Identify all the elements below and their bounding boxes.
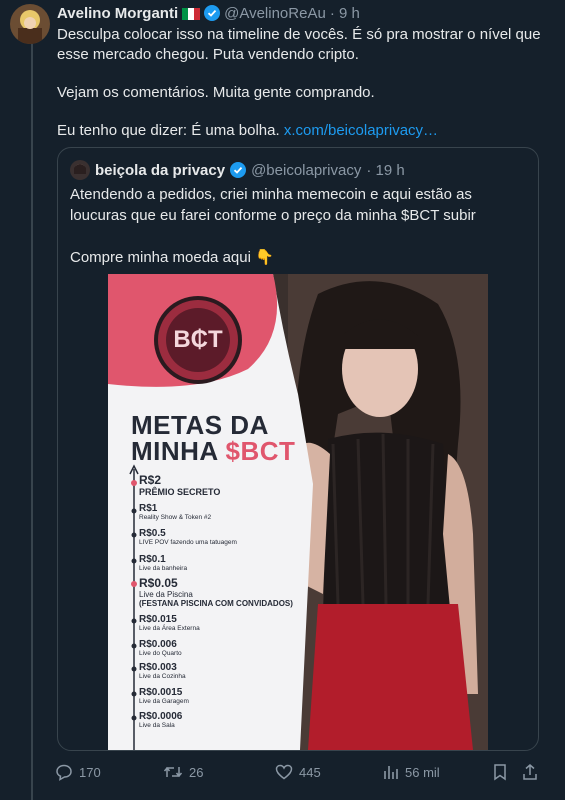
coin-logo-text: B₵T — [173, 326, 223, 353]
goal-item: R$1 Reality Show & Token #2 — [139, 503, 212, 521]
heart-icon — [275, 763, 293, 781]
author-handle[interactable]: @AvelinoReAu — [224, 5, 326, 22]
quote-author-avatar[interactable] — [70, 160, 90, 180]
goal-item: R$0.0006 Live da Sala — [139, 711, 183, 729]
goal-item: R$2 PRÊMIO SECRETO — [139, 473, 221, 498]
bookmark-icon — [492, 763, 508, 781]
image-title-line1: METAS DA — [131, 410, 269, 440]
goal-item: R$0.003 Live da Cozinha — [139, 662, 186, 680]
quote-header: beiçola da privacy @beicolaprivacy · 19 … — [70, 160, 405, 180]
tweet-paragraph: Vejam os comentários. Muita gente compra… — [57, 84, 375, 101]
goal-item: R$0.5 LIVE POV fazendo uma tatuagem — [139, 528, 237, 546]
tweet-last-line: Eu tenho que dizer: É uma bolha. — [57, 122, 280, 139]
reply-button[interactable]: 170 — [55, 762, 101, 782]
tweet-time[interactable]: · 9 h — [330, 5, 360, 22]
reply-icon — [55, 763, 73, 781]
tweet-paragraph: Desculpa colocar isso na timeline de voc… — [57, 26, 541, 63]
reply-count: 170 — [79, 764, 101, 780]
like-button[interactable]: 445 — [275, 762, 321, 782]
goal-item: R$0.0015 Live da Garagem — [139, 687, 189, 705]
quote-author-name[interactable]: beiçola da privacy — [95, 162, 225, 179]
goal-item: R$0.05 Live da Piscina (FESTANA PISCINA … — [139, 576, 293, 609]
tweet-actions: 170 26 445 56 mil — [55, 762, 545, 782]
tweet-paragraph: Eu tenho que dizer: É uma bolha. x.com/b… — [57, 121, 552, 141]
like-count: 445 — [299, 764, 321, 780]
quote-text: Atendendo a pedidos, criei minha memecoi… — [70, 184, 525, 268]
share-icon — [521, 763, 539, 781]
image-title: METAS DA MINHA $BCT — [131, 412, 295, 464]
quote-time[interactable]: · 19 h — [366, 162, 404, 179]
quote-paragraph: Compre minha moeda aqui 👇 — [70, 249, 274, 266]
verified-badge-icon — [204, 5, 221, 21]
thread-line — [31, 44, 33, 800]
quote-author-handle[interactable]: @beicolaprivacy — [251, 162, 361, 179]
views-count: 56 mil — [405, 764, 440, 780]
quoted-tweet[interactable]: beiçola da privacy @beicolaprivacy · 19 … — [57, 147, 539, 751]
author-avatar[interactable] — [10, 4, 50, 44]
author-name[interactable]: Avelino Morganti — [57, 5, 178, 22]
tweet-link[interactable]: x.com/beicolaprivacy… — [284, 122, 438, 139]
views-button[interactable]: 56 mil — [383, 762, 440, 782]
retweet-button[interactable]: 26 — [163, 762, 203, 782]
goal-item: R$0.006 Live do Quarto — [139, 639, 182, 657]
share-button[interactable] — [521, 762, 539, 782]
italy-flag-icon — [182, 7, 201, 20]
image-title-line2: MINHA $BCT — [131, 436, 296, 466]
tweet-header: Avelino Morganti @AvelinoReAu · 9 h — [57, 4, 360, 22]
verified-badge-icon — [230, 162, 247, 178]
goal-item: R$0.1 Live da banheira — [139, 554, 188, 572]
retweet-icon — [163, 763, 183, 781]
quote-paragraph: Atendendo a pedidos, criei minha memecoi… — [70, 186, 476, 224]
views-chart-icon — [383, 763, 399, 781]
retweet-count: 26 — [189, 764, 204, 780]
tweet[interactable]: Avelino Morganti @AvelinoReAu · 9 h Desc… — [0, 0, 565, 800]
tweet-text: Desculpa colocar isso na timeline de voc… — [57, 25, 552, 141]
bookmark-button[interactable] — [492, 762, 508, 782]
goal-item: R$0.015 Live da Área Externa — [139, 614, 200, 632]
quote-image[interactable]: B₵T METAS DA MINHA $BCT R$2 PRÊMIO SECRE… — [108, 274, 488, 750]
